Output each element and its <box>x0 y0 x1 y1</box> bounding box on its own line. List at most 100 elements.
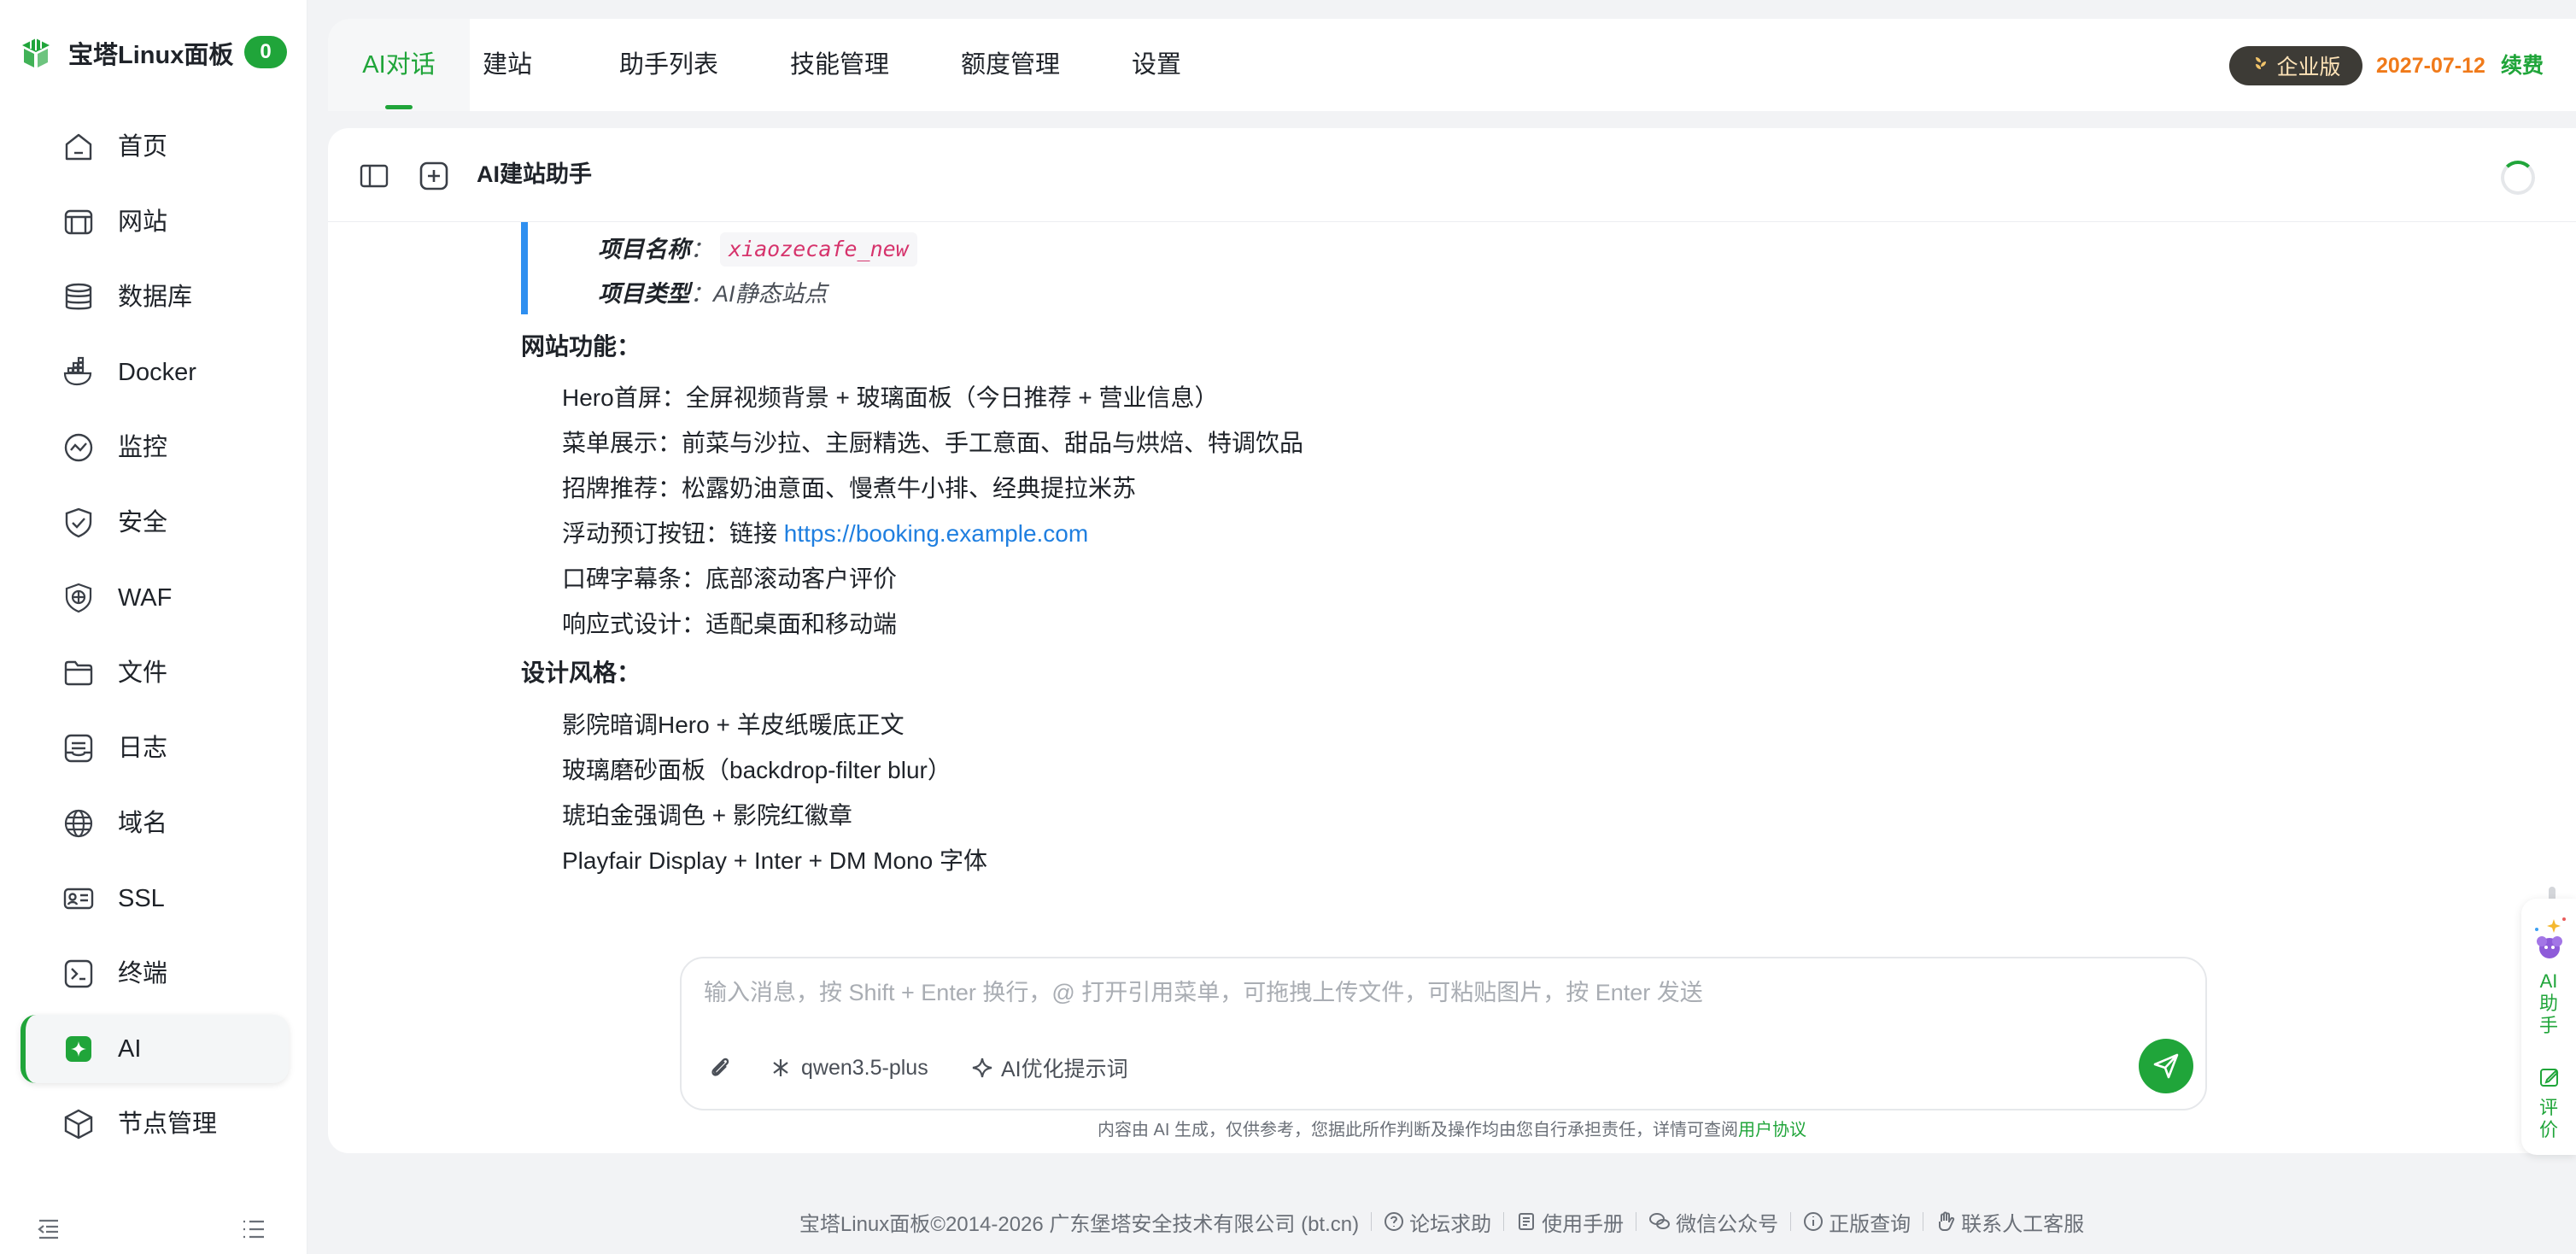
info-icon <box>1804 1212 1824 1231</box>
chat-message: 项目名称： xiaozecafe_new 项目类型： AI静态站点 网站功能： … <box>328 222 2576 991</box>
terminal-icon <box>61 957 96 991</box>
waf-icon <box>61 581 96 615</box>
sidebar-item-docker[interactable]: Docker <box>20 338 289 407</box>
features-heading: 网站功能： <box>521 333 641 360</box>
website-icon <box>61 205 96 239</box>
sidebar-item-website[interactable]: 网站 <box>20 188 289 256</box>
docker-icon <box>61 355 96 390</box>
sidebar-item-database[interactable]: 数据库 <box>20 263 289 331</box>
book-icon <box>1519 1213 1535 1230</box>
sidebar-item-nodes[interactable]: 节点管理 <box>20 1090 289 1158</box>
brand[interactable]: 宝塔Linux面板 <box>19 32 233 73</box>
question-icon <box>1385 1212 1404 1231</box>
sidebar-item-logs[interactable]: 日志 <box>20 714 289 782</box>
project-type-value: AI静态站点 <box>713 281 828 307</box>
sidebar-item-domain[interactable]: 域名 <box>20 789 289 858</box>
meta-key: 项目名称 <box>598 237 690 262</box>
message-input-box[interactable]: 输入消息，按 Shift + Enter 换行，@ 打开引用菜单，可拖拽上传文件… <box>680 957 2207 1110</box>
model-icon <box>773 1059 788 1076</box>
ai-icon <box>61 1032 96 1066</box>
list-item: Playfair Display + Inter + DM Mono 字体 <box>562 847 987 874</box>
sidebar-item-label: Docker <box>118 359 196 386</box>
enterprise-badge[interactable]: 企业版 <box>2229 46 2362 85</box>
floating-ai-helper[interactable]: AI助手 评价 <box>2521 899 2576 1155</box>
loading-spinner <box>2501 161 2535 195</box>
sidebar-item-label: 监控 <box>118 434 168 461</box>
send-button[interactable] <box>2139 1039 2193 1093</box>
forum-help-link[interactable]: 论坛求助 <box>1384 1207 1491 1237</box>
ssl-icon <box>61 882 96 916</box>
cube-icon <box>61 1107 96 1141</box>
hand-icon <box>1939 1211 1955 1231</box>
ai-helper-label[interactable]: AI助手 <box>2521 970 2576 1037</box>
sidebar-item-files[interactable]: 文件 <box>20 639 289 707</box>
collapse-sidebar-icon[interactable] <box>36 1216 61 1242</box>
home-icon <box>61 130 96 164</box>
expire-date: 2027-07-12 <box>2376 54 2485 78</box>
sidebar-item-home[interactable]: 首页 <box>20 113 289 181</box>
rate-label[interactable]: 评价 <box>2521 1097 2576 1141</box>
tab-skill-management[interactable]: 技能管理 <box>789 19 890 111</box>
top-tabs-bar: AI对话 建站 助手列表 技能管理 额度管理 设置 企业版 2027-07-12… <box>328 19 2576 111</box>
list-item: 菜单展示：前菜与沙拉、主厨精选、手工意面、甜品与烘焙、特调饮品 <box>562 430 1304 456</box>
database-icon <box>61 280 96 314</box>
send-icon <box>2153 1053 2179 1079</box>
divider <box>1790 1212 1792 1231</box>
brand-title: 宝塔Linux面板 <box>68 42 234 69</box>
user-agreement-link[interactable]: 用户协议 <box>1738 1121 1806 1140</box>
chat-header: AI建站助手 <box>328 128 2576 222</box>
tab-quota-management[interactable]: 额度管理 <box>960 19 1061 111</box>
sidebar-item-waf[interactable]: WAF <box>20 564 289 632</box>
wheat-icon <box>2256 57 2267 73</box>
sidebar-item-label: 数据库 <box>118 284 193 311</box>
manual-link[interactable]: 使用手册 <box>1516 1207 1624 1237</box>
edition-label: 企业版 <box>2276 56 2341 79</box>
blockquote-bar <box>521 222 528 314</box>
sidebar-item-label: 网站 <box>118 208 168 236</box>
license-check-link[interactable]: 正版查询 <box>1803 1207 1911 1237</box>
sidebar-item-label: 终端 <box>118 960 168 987</box>
attach-button[interactable] <box>705 1051 735 1085</box>
monitor-icon <box>61 431 96 465</box>
project-name-row: 项目名称： xiaozecafe_new <box>598 232 917 267</box>
sidebar-item-terminal[interactable]: 终端 <box>20 940 289 1008</box>
message-input[interactable]: 输入消息，按 Shift + Enter 换行，@ 打开引用菜单，可拖拽上传文件… <box>704 976 1703 1010</box>
tab-assistant-list[interactable]: 助手列表 <box>618 19 719 111</box>
menu-list-icon[interactable] <box>241 1216 266 1242</box>
sidebar-item-ai[interactable]: AI <box>20 1015 289 1083</box>
sidebar-item-label: 日志 <box>118 735 168 762</box>
list-item: 浮动预订按钮：链接 https://booking.example.com <box>562 517 1088 551</box>
new-chat-icon[interactable] <box>419 161 449 191</box>
project-name-code: xiaozecafe_new <box>720 232 917 267</box>
tab-build-site[interactable]: 建站 <box>470 19 545 111</box>
notification-badge[interactable]: 0 <box>244 36 287 68</box>
sidebar-item-label: 文件 <box>118 659 168 687</box>
copyright: 宝塔Linux面板©2014-2026 广东堡塔安全技术有限公司 (bt.cn) <box>799 1212 1360 1236</box>
tab-ai-chat[interactable]: AI对话 <box>328 19 470 111</box>
footer-link-label: 论坛求助 <box>1409 1212 1492 1236</box>
tab-settings[interactable]: 设置 <box>1131 19 1182 111</box>
booking-link[interactable]: https://booking.example.com <box>784 520 1088 547</box>
customer-service-link[interactable]: 联系人工客服 <box>1935 1207 2084 1237</box>
sparkle-icon <box>972 1058 992 1078</box>
list-item: 口碑字幕条：底部滚动客户评价 <box>562 565 898 592</box>
sidebar-item-label: 安全 <box>118 509 168 536</box>
footer-link-label: 联系人工客服 <box>1961 1212 2085 1236</box>
toggle-sidebar-icon[interactable] <box>359 161 389 191</box>
wechat-link[interactable]: 微信公众号 <box>1648 1207 1778 1237</box>
sidebar-item-ssl[interactable]: SSL <box>20 864 289 933</box>
renew-link[interactable]: 续费 <box>2501 46 2544 85</box>
sidebar-item-label: 域名 <box>118 810 168 837</box>
style-heading: 设计风格： <box>521 659 641 686</box>
divider <box>1371 1212 1373 1231</box>
model-selector[interactable]: qwen3.5-plus <box>769 1051 928 1085</box>
globe-icon <box>61 806 96 841</box>
sidebar-item-security[interactable]: 安全 <box>20 489 289 557</box>
ai-disclaimer: 内容由 AI 生成，仅供参考，您据此所作判断及操作均由您自行承担责任，详情可查阅… <box>328 1116 2576 1140</box>
sidebar-item-monitor[interactable]: 监控 <box>20 413 289 482</box>
model-name: qwen3.5-plus <box>801 1055 928 1080</box>
optimize-prompt-button[interactable]: AI优化提示词 <box>970 1051 1128 1085</box>
sidebar-item-label: AI <box>118 1035 142 1063</box>
list-item-text: 浮动预订按钮：链接 <box>562 520 784 547</box>
footer-link-label: 微信公众号 <box>1676 1212 1779 1236</box>
